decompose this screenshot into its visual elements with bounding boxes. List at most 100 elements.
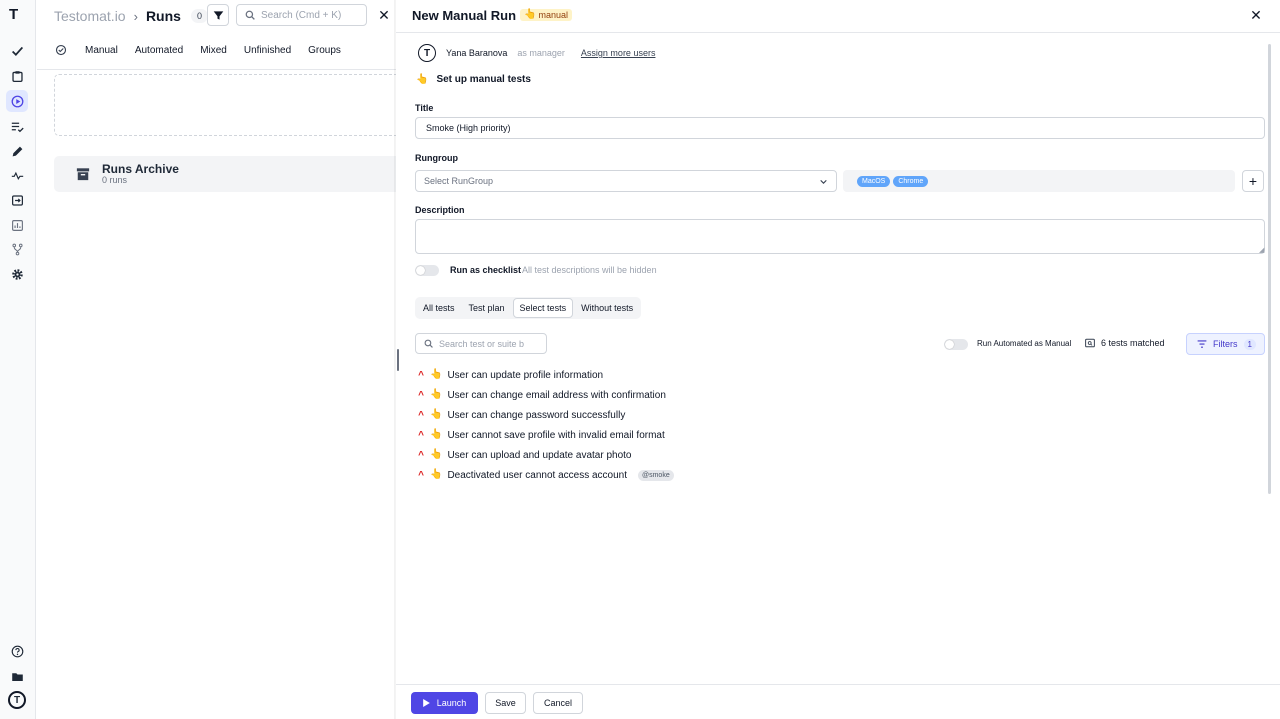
tests-matched-label: 6 tests matched: [1101, 338, 1165, 348]
clipboard-icon[interactable]: [6, 65, 28, 87]
rungroup-select[interactable]: Select RunGroup: [415, 170, 837, 192]
test-title: User can change password successfully: [447, 409, 626, 421]
manual-badge-label: manual: [538, 10, 568, 20]
tag-macos[interactable]: MacOS: [857, 175, 891, 187]
launch-label: Launch: [436, 698, 467, 708]
pencil-icon[interactable]: [6, 140, 28, 162]
test-title: User cannot save profile with invalid em…: [447, 429, 665, 441]
test-title: User can upload and update avatar photo: [447, 449, 632, 461]
archive-title: Runs Archive: [102, 162, 179, 176]
tab-unfinished[interactable]: Unfinished: [244, 45, 291, 56]
tab-test-plan[interactable]: Test plan: [463, 299, 511, 317]
description-textarea[interactable]: [415, 219, 1265, 254]
runs-count-badge: 0: [190, 9, 208, 23]
header-divider: [37, 69, 397, 70]
test-title: User can update profile information: [447, 369, 604, 381]
search-input[interactable]: [261, 9, 361, 21]
test-search[interactable]: [415, 333, 547, 354]
tag-chrome[interactable]: Chrome: [893, 175, 929, 187]
search-icon: [245, 10, 255, 20]
cancel-button[interactable]: Cancel: [533, 692, 583, 714]
add-environment-button[interactable]: +: [1242, 170, 1264, 192]
list-item[interactable]: ^ 👆 Deactivated user cannot access accou…: [417, 465, 674, 485]
tab-manual[interactable]: Manual: [85, 45, 118, 56]
filter-button[interactable]: [207, 4, 229, 26]
priority-high-icon: ^: [418, 429, 424, 441]
new-manual-run-panel: New Manual Run 👆 manual ✕ T Yana Baranov…: [396, 0, 1280, 719]
title-label: Title: [415, 103, 434, 113]
resize-grip-icon[interactable]: ◢: [1259, 246, 1264, 254]
rungroup-placeholder: Select RunGroup: [424, 176, 494, 186]
list-item[interactable]: ^ 👆 User can upload and update avatar ph…: [417, 445, 674, 465]
list-item[interactable]: ^ 👆 User cannot save profile with invali…: [417, 425, 674, 445]
rungroup-label: Rungroup: [415, 153, 458, 163]
checklist-label: Run as checklist: [450, 265, 522, 275]
hand-icon: 👆: [430, 409, 443, 420]
gear-icon[interactable]: [6, 263, 28, 285]
close-panel-icon[interactable]: ✕: [1248, 6, 1264, 24]
manager-role: as manager: [517, 48, 565, 58]
filters-button[interactable]: Filters 1: [1186, 333, 1265, 355]
archive-subtitle: 0 runs: [102, 175, 128, 185]
tab-mixed[interactable]: Mixed: [200, 45, 227, 56]
tab-all-tests[interactable]: All tests: [417, 299, 461, 317]
play-circle-icon[interactable]: [6, 90, 28, 112]
hand-icon: 👆: [416, 73, 429, 85]
runs-archive-card[interactable]: Runs Archive 0 runs: [54, 156, 397, 192]
folder-icon[interactable]: [6, 665, 28, 687]
scrollbar[interactable]: [1268, 44, 1271, 494]
help-icon[interactable]: [6, 640, 28, 662]
panel-resize-handle[interactable]: [397, 349, 399, 371]
title-input[interactable]: [415, 117, 1265, 139]
run-as-checklist-toggle[interactable]: [415, 265, 439, 276]
hand-icon: 👆: [524, 9, 537, 20]
close-icon[interactable]: ✕: [373, 4, 395, 26]
app-logo[interactable]: T: [9, 6, 18, 23]
tab-groups[interactable]: Groups: [308, 45, 341, 56]
runs-tabs: Manual Automated Mixed Unfinished Groups: [54, 40, 341, 60]
test-title: Deactivated user cannot access account: [447, 469, 627, 481]
priority-high-icon: ^: [418, 469, 424, 481]
filter-lines-icon: [1197, 340, 1207, 348]
hand-icon: 👆: [430, 449, 443, 460]
empty-drop-zone: [54, 74, 397, 136]
runs-filter-icon[interactable]: [54, 44, 68, 56]
tests-matched: 6 tests matched: [1085, 338, 1165, 348]
tab-without-tests[interactable]: Without tests: [575, 299, 639, 317]
branch-icon[interactable]: [6, 238, 28, 260]
setup-heading: 👆 Set up manual tests: [416, 74, 531, 85]
list-item[interactable]: ^ 👆 User can change email address with c…: [417, 385, 674, 405]
list-item[interactable]: ^ 👆 User can change password successfull…: [417, 405, 674, 425]
environment-tags[interactable]: MacOS Chrome: [843, 170, 1235, 192]
hand-icon: 👆: [430, 429, 443, 440]
list-check-icon[interactable]: [6, 115, 28, 137]
assign-users-link[interactable]: Assign more users: [581, 48, 656, 58]
funnel-icon: [213, 10, 223, 20]
checkmark-icon[interactable]: [6, 40, 28, 62]
priority-high-icon: ^: [418, 409, 424, 421]
test-tag[interactable]: @smoke: [638, 469, 674, 481]
search-doc-icon: [1085, 338, 1095, 348]
run-automated-toggle[interactable]: [944, 339, 968, 350]
test-search-input[interactable]: [439, 338, 531, 349]
priority-high-icon: ^: [418, 449, 424, 461]
save-button[interactable]: Save: [485, 692, 526, 714]
tab-select-tests[interactable]: Select tests: [512, 298, 574, 318]
launch-button[interactable]: Launch: [411, 692, 478, 714]
manager-row: T Yana Baranova as manager Assign more u…: [418, 43, 655, 63]
panel-title: New Manual Run: [412, 8, 517, 23]
global-search[interactable]: [236, 4, 367, 26]
breadcrumb-project[interactable]: Testomat.io: [54, 8, 126, 24]
chart-icon[interactable]: [6, 214, 28, 236]
panel-header: New Manual Run 👆 manual ✕: [396, 0, 1280, 33]
pulse-icon[interactable]: [6, 164, 28, 186]
filters-label: Filters: [1213, 339, 1238, 349]
test-title: User can change email address with confi…: [447, 389, 666, 401]
test-selection-tabs: All tests Test plan Select tests Without…: [415, 297, 642, 319]
list-item[interactable]: ^ 👆 User can update profile information: [417, 365, 674, 385]
tab-automated[interactable]: Automated: [135, 45, 183, 56]
import-icon[interactable]: [6, 189, 28, 211]
run-automated-label: Run Automated as Manual: [977, 339, 1072, 348]
user-avatar[interactable]: T: [6, 689, 28, 711]
left-rail: T T: [0, 0, 36, 719]
